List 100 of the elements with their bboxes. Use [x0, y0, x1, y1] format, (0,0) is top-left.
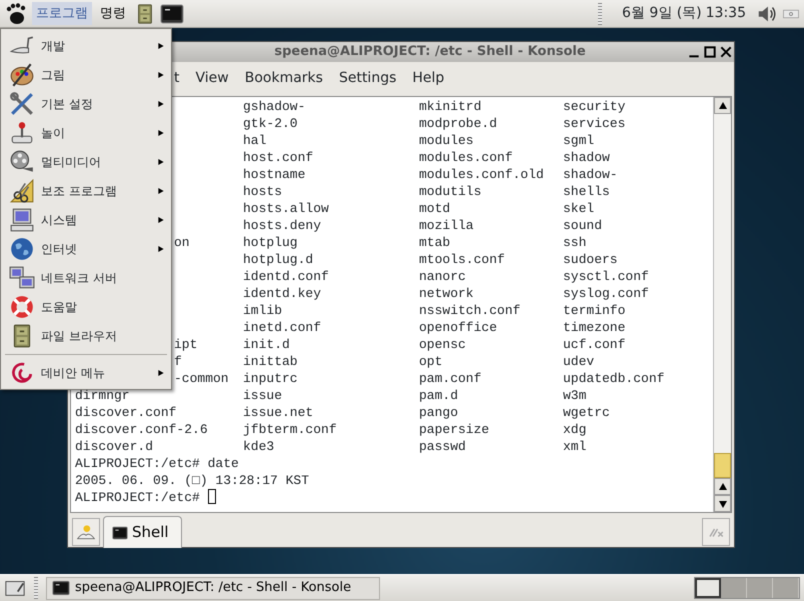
tools-icon — [9, 90, 35, 116]
submenu-arrow-icon — [157, 128, 165, 138]
submenu-arrow-icon — [157, 214, 165, 224]
palette-icon — [9, 62, 35, 88]
terminal-text: modprobe.d — [419, 116, 498, 131]
menu-item[interactable]: 놀이 — [1, 118, 171, 147]
taskbar-button[interactable]: speena@ALIPROJECT: /etc - Shell - Konsole — [46, 576, 380, 600]
terminal-text: shadow — [563, 150, 610, 165]
terminal-text: inittab — [243, 354, 298, 369]
terminal-text: wgetrc — [563, 405, 610, 420]
menu-button[interactable]: 프로그램 — [32, 2, 92, 26]
terminal-text: -common — [174, 371, 229, 386]
terminal-text: hosts.deny — [243, 218, 322, 233]
terminal-text: modules.conf.old — [419, 167, 544, 182]
terminal-text: ALIPROJECT:/etc# — [75, 490, 200, 505]
menu-item[interactable]: 개발 — [1, 31, 171, 60]
terminal-text: xdg — [563, 422, 586, 437]
scroll-down-icon[interactable] — [718, 498, 728, 508]
maximize-icon[interactable] — [702, 44, 718, 60]
terminal-text: skel — [563, 201, 594, 216]
terminal-text: shadow- — [563, 167, 618, 182]
menu-item[interactable]: Bookmarks — [244, 68, 323, 88]
menu-item[interactable]: t — [174, 68, 180, 88]
foot-icon[interactable] — [4, 2, 28, 26]
joystick-icon — [9, 120, 35, 146]
text-cursor — [208, 489, 216, 504]
menu-item[interactable]: 네트워크 서버 — [1, 263, 171, 292]
scroll-up-icon[interactable] — [718, 100, 728, 110]
menu-item[interactable]: 시스템 — [1, 205, 171, 234]
terminal-text: mkinitrd — [419, 99, 482, 114]
menu-item[interactable]: 도움말 — [1, 292, 171, 321]
film-reel-icon — [9, 148, 35, 174]
new-session-button[interactable] — [72, 518, 100, 546]
submenu-arrow-icon — [157, 368, 165, 378]
terminal-text: discover.conf-2.6 — [75, 422, 208, 437]
menu-item[interactable]: Help — [412, 68, 444, 88]
terminal-text: timezone — [563, 320, 626, 335]
submenu-arrow-icon — [157, 244, 165, 254]
scissors-icon — [9, 178, 35, 204]
terminal-text: passwd — [419, 439, 466, 454]
terminal-text: hosts.allow — [243, 201, 329, 216]
menu-item[interactable]: 파일 브라우저 — [1, 321, 171, 350]
terminal-text: shells — [563, 184, 610, 199]
menu-item[interactable]: 데비안 메뉴 — [1, 358, 171, 387]
terminal-text: gshadow- — [243, 99, 306, 114]
menu-item[interactable]: 보조 프로그램 — [1, 176, 171, 205]
terminal-text: modules.conf — [419, 150, 513, 165]
computer-icon — [9, 206, 35, 232]
submenu-arrow-icon — [157, 98, 165, 108]
clock-date: 6월 9일 (목) — [622, 4, 702, 23]
terminal-text: hostname — [243, 167, 306, 182]
workspace-button[interactable] — [695, 578, 721, 598]
submenu-arrow-icon — [157, 40, 165, 50]
terminal-text: imlib — [243, 303, 282, 318]
terminal-text: kde3 — [243, 439, 274, 454]
menu-item[interactable]: 기본 설정 — [1, 89, 171, 118]
terminal-text: w3m — [563, 388, 586, 403]
terminal-text: hotplug.d — [243, 252, 314, 267]
terminal-text: network — [419, 286, 474, 301]
menu-button[interactable]: 명령 — [96, 2, 130, 26]
terminal-text: inetd.conf — [243, 320, 322, 335]
close-icon[interactable] — [718, 44, 734, 60]
menu-item[interactable]: 멀티미디어 — [1, 147, 171, 176]
swirl-icon — [9, 360, 35, 386]
clock-time: 13:35 — [706, 4, 746, 23]
window-title: speena@ALIPROJECT: /etc - Shell - Konsole — [273, 43, 587, 62]
terminal-text: modutils — [419, 184, 482, 199]
terminal-text: host.conf — [243, 150, 314, 165]
terminal-text: opensc — [419, 337, 466, 352]
terminal-text: motd — [419, 201, 450, 216]
terminal-text: discover.d — [75, 439, 154, 454]
terminal-text: security — [563, 99, 626, 114]
terminal-text: jfbterm.conf — [243, 422, 337, 437]
terminal-text: sysctl.conf — [563, 269, 649, 284]
terminal-text: xml — [563, 439, 586, 454]
scrollbar-thumb[interactable] — [714, 453, 731, 478]
terminal-text: syslog.conf — [563, 286, 649, 301]
terminal-text: modules — [419, 133, 474, 148]
terminal-text: ucf.conf — [563, 337, 626, 352]
menu-item[interactable]: Settings — [338, 68, 396, 88]
terminal-text: hotplug — [243, 235, 298, 250]
submenu-arrow-icon — [157, 156, 165, 166]
terminal-text: 2005. 06. 09. (□) 13:28:17 KST — [75, 473, 310, 488]
terminal-text: nanorc — [419, 269, 466, 284]
terminal-text: pam.conf — [419, 371, 482, 386]
terminal-text: hosts — [243, 184, 282, 199]
terminal-icon[interactable] — [160, 2, 184, 26]
terminal-text: pango — [419, 405, 458, 420]
terminal-text: ssh — [563, 235, 586, 250]
terminal-text: issue — [243, 388, 282, 403]
lifebuoy-icon — [9, 294, 35, 320]
terminal-text: nsswitch.conf — [419, 303, 520, 318]
menu-item[interactable]: View — [196, 68, 229, 88]
tab[interactable]: Shell — [103, 516, 182, 548]
scroll-up-icon[interactable] — [718, 482, 728, 492]
terminal-text: terminfo — [563, 303, 626, 318]
terminal-text: papersize — [419, 422, 490, 437]
menu-item[interactable]: 그림 — [1, 60, 171, 89]
terminal-text: udev — [563, 354, 594, 369]
menu-item[interactable]: 인터넷 — [1, 234, 171, 263]
